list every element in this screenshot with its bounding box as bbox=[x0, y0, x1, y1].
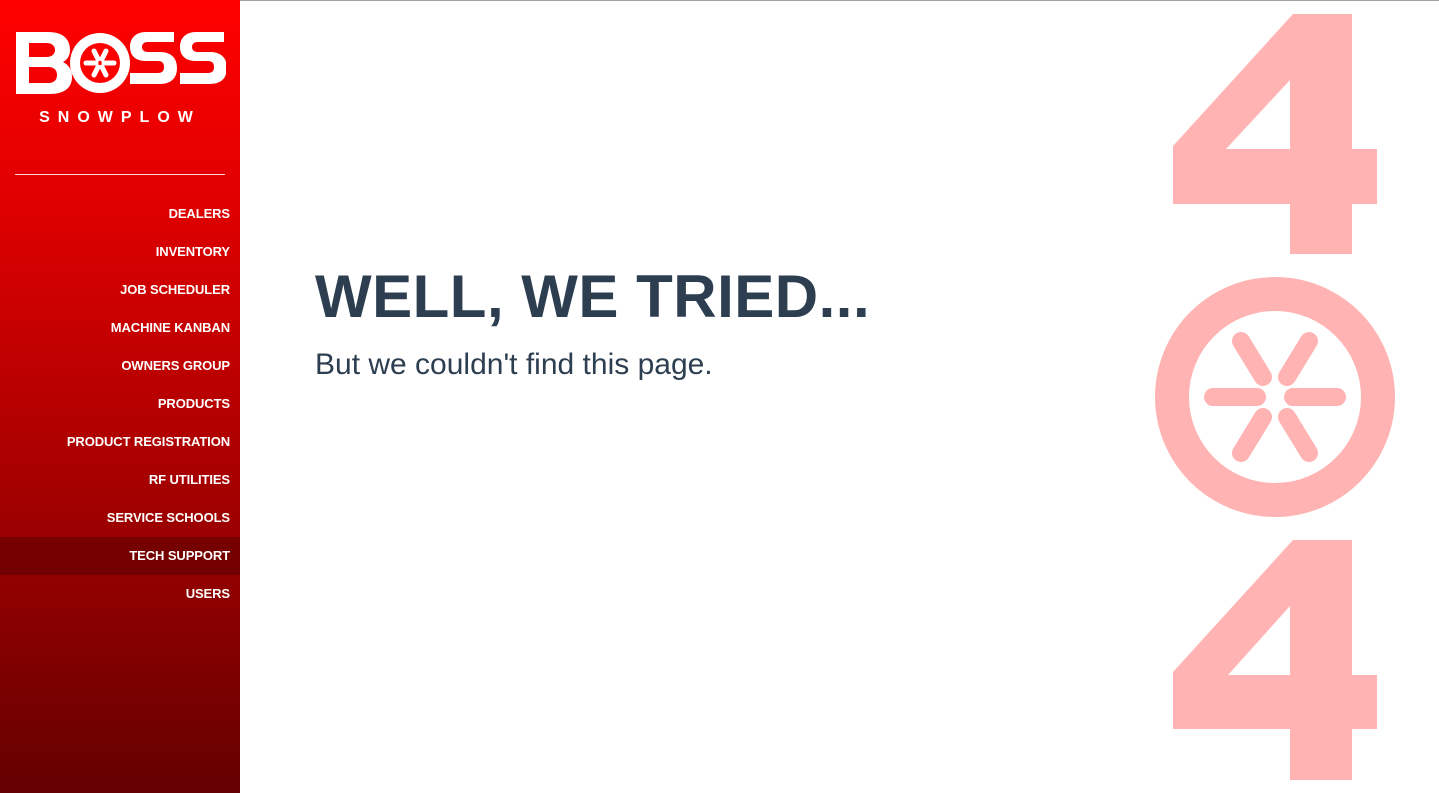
sidebar-item-dealers[interactable]: DEALERS bbox=[0, 195, 240, 233]
error-headline: WELL, WE TRIED... bbox=[315, 263, 871, 330]
error-message: But we couldn't find this page. bbox=[315, 348, 713, 381]
digit-four-bottom bbox=[1173, 540, 1377, 780]
sidebar-item-inventory[interactable]: INVENTORY bbox=[0, 233, 240, 271]
sidebar: SNOWPLOW DEALERS INVENTORY JOB SCHEDULER… bbox=[0, 0, 240, 793]
logo-tagline: SNOWPLOW bbox=[39, 109, 201, 126]
sidebar-item-job-scheduler[interactable]: JOB SCHEDULER bbox=[0, 271, 240, 309]
sidebar-item-product-registration[interactable]: PRODUCT REGISTRATION bbox=[0, 423, 240, 461]
sidebar-nav: DEALERS INVENTORY JOB SCHEDULER MACHINE … bbox=[0, 195, 240, 613]
sidebar-item-service-schools[interactable]: SERVICE SCHOOLS bbox=[0, 499, 240, 537]
sidebar-item-owners-group[interactable]: OWNERS GROUP bbox=[0, 347, 240, 385]
digit-zero-wheel-icon bbox=[1155, 277, 1395, 517]
digit-four-top bbox=[1173, 14, 1377, 254]
logo-divider bbox=[15, 174, 225, 175]
sidebar-item-machine-kanban[interactable]: MACHINE KANBAN bbox=[0, 309, 240, 347]
sidebar-item-rf-utilities[interactable]: RF UTILITIES bbox=[0, 461, 240, 499]
sidebar-item-tech-support[interactable]: TECH SUPPORT bbox=[0, 537, 240, 575]
error-404-graphic bbox=[1155, 14, 1395, 780]
sidebar-item-users[interactable]: USERS bbox=[0, 575, 240, 613]
sidebar-item-products[interactable]: PRODUCTS bbox=[0, 385, 240, 423]
boss-snowplow-logo[interactable]: SNOWPLOW bbox=[14, 28, 226, 128]
